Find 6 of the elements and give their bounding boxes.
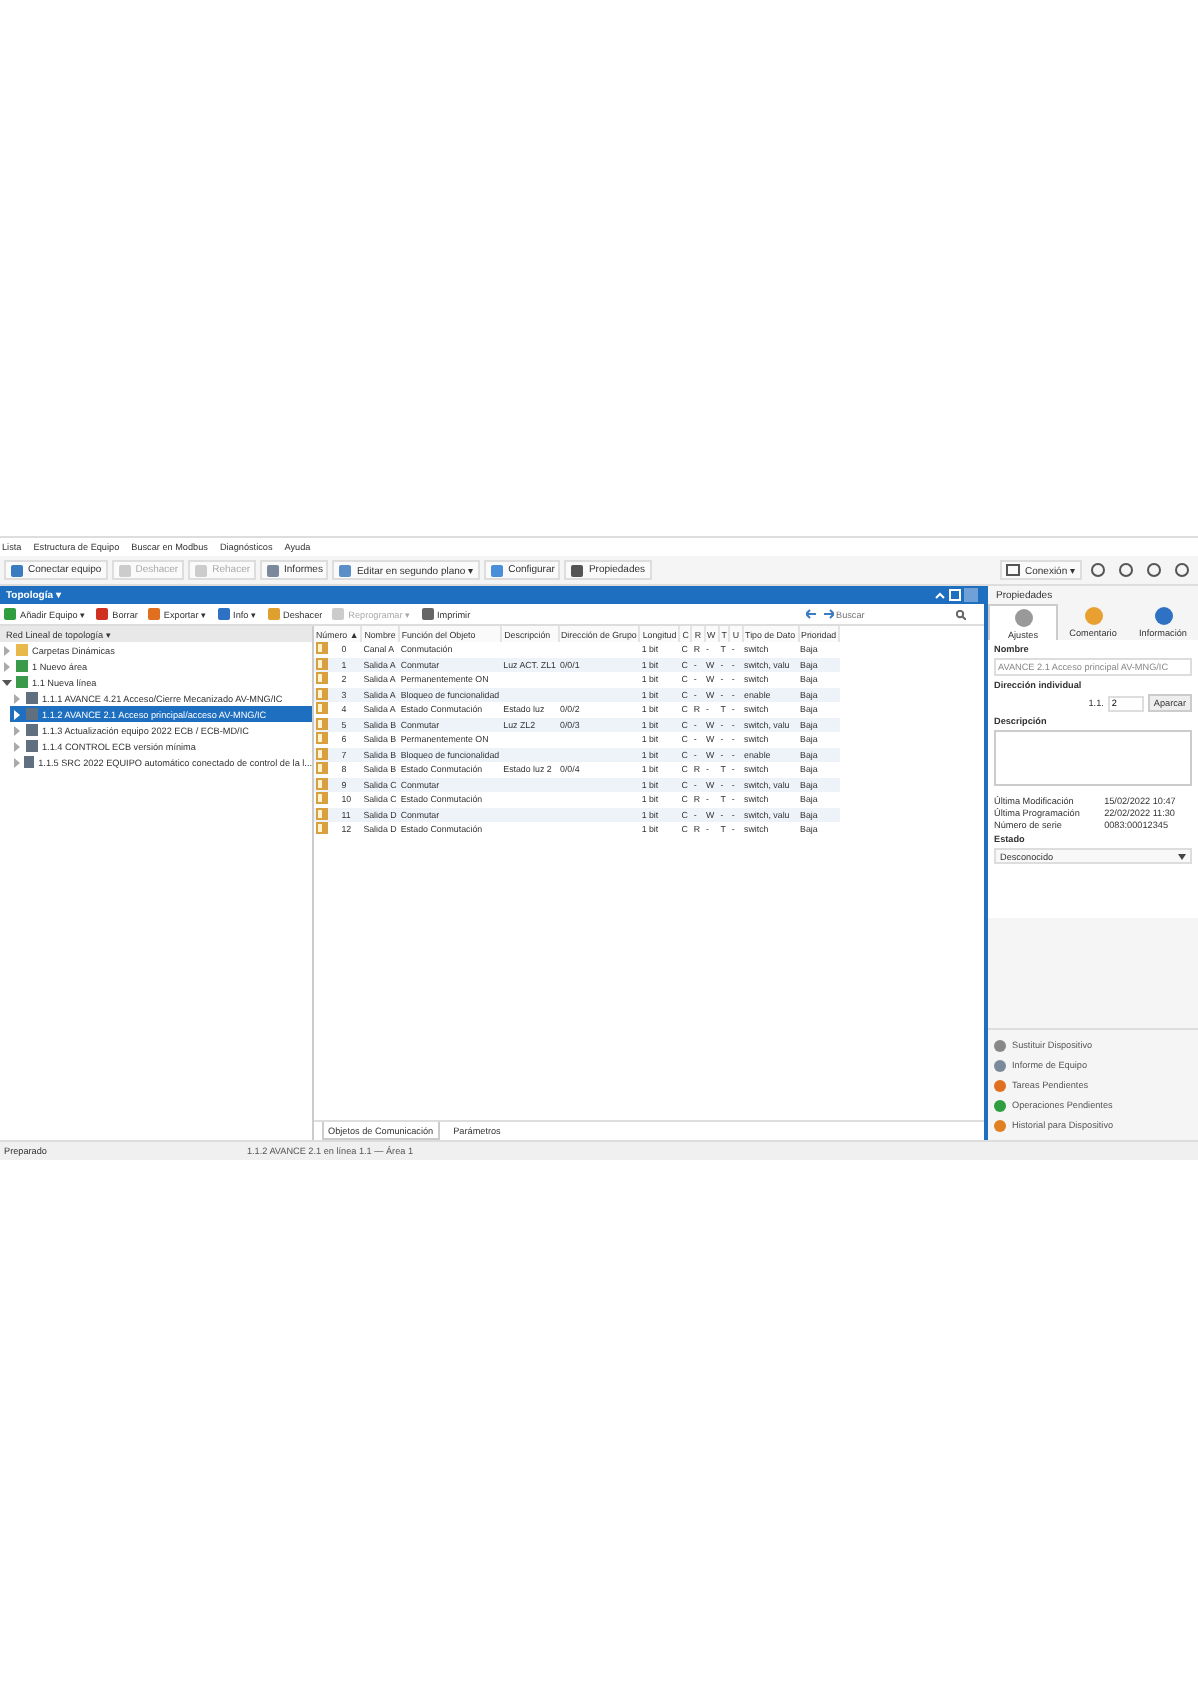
window-controls-icon[interactable] [934, 588, 978, 602]
monitor-icon [1006, 563, 1021, 577]
caret-icon [1178, 853, 1186, 859]
description-field[interactable] [994, 730, 1192, 786]
search-icon [956, 609, 966, 619]
back-forward-icon[interactable] [806, 608, 834, 620]
